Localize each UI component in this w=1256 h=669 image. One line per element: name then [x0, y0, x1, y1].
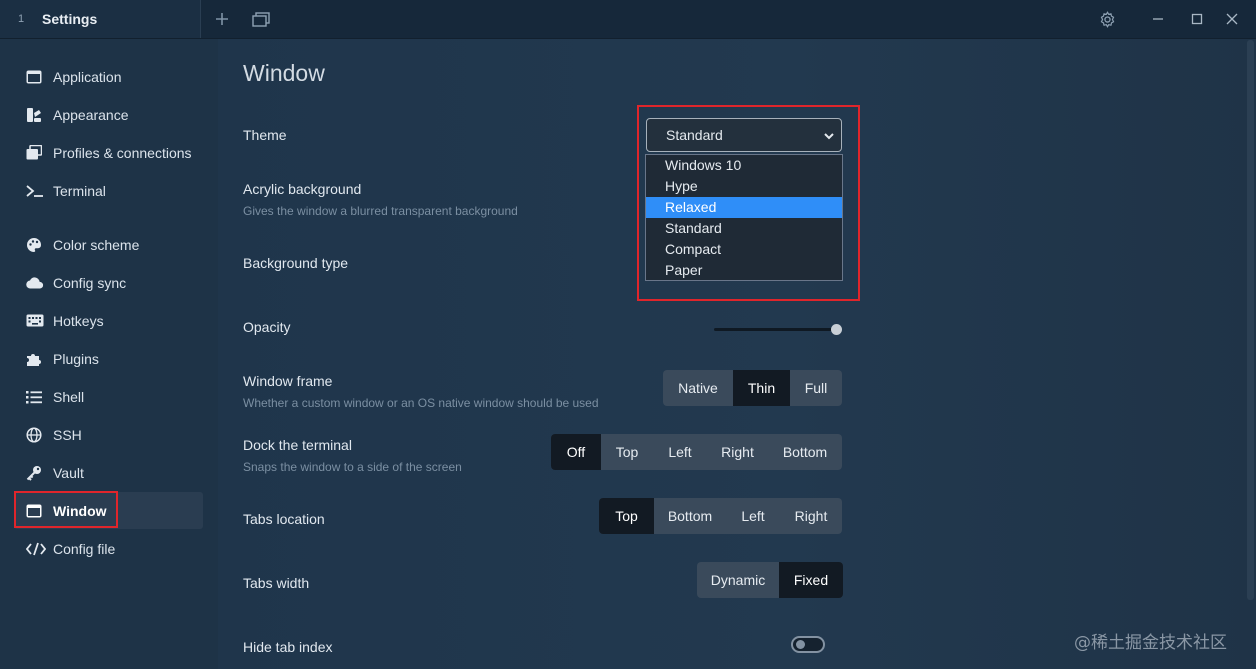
gear-icon[interactable]: [1095, 0, 1119, 38]
sidebar-item-label: Config sync: [53, 274, 127, 291]
sidebar-item-vault[interactable]: Vault: [14, 454, 203, 491]
page-title: Window: [243, 60, 325, 86]
minimize-icon[interactable]: [1146, 0, 1170, 38]
sidebar-item-label: Plugins: [53, 350, 99, 367]
acrylic-label: Acrylic background: [243, 181, 362, 197]
tabs-width-label: Tabs width: [243, 575, 310, 591]
tabs-location-bottom-button[interactable]: Bottom: [654, 498, 726, 534]
window-icon[interactable]: [249, 0, 273, 38]
scrollbar[interactable]: [1247, 40, 1254, 600]
acrylic-description: Gives the window a blurred transparent b…: [243, 204, 518, 218]
title-bar: 1 Settings: [0, 0, 1256, 39]
opacity-slider[interactable]: [714, 328, 838, 331]
tabs-width-dynamic-button[interactable]: Dynamic: [697, 562, 779, 598]
sidebar-item-ssh[interactable]: SSH: [14, 416, 203, 453]
tabs-location-right-button[interactable]: Right: [780, 498, 842, 534]
window-frame-thin-button[interactable]: Thin: [733, 370, 790, 406]
dock-left-button[interactable]: Left: [653, 434, 707, 470]
sidebar-item-label: Config file: [53, 540, 116, 557]
key-icon: [26, 465, 48, 481]
globe-icon: [26, 426, 48, 443]
background-type-label: Background type: [243, 255, 349, 271]
sidebar-item-profiles[interactable]: Profiles & connections: [14, 134, 203, 171]
dock-selector: Off Top Left Right Bottom: [551, 434, 842, 470]
window-frame-label: Window frame: [243, 373, 333, 389]
dock-right-button[interactable]: Right: [707, 434, 768, 470]
dock-off-button[interactable]: Off: [551, 434, 601, 470]
sidebar-item-label: SSH: [53, 426, 82, 443]
sidebar-item-application[interactable]: Application: [14, 58, 203, 95]
sidebar-item-config-sync[interactable]: Config sync: [14, 264, 203, 301]
palette-icon: [26, 237, 48, 253]
tabs-location-left-button[interactable]: Left: [726, 498, 780, 534]
sidebar-item-label: Color scheme: [53, 236, 140, 253]
highlight-box: [637, 105, 860, 301]
terminal-icon: [26, 184, 48, 198]
sidebar-item-color-scheme[interactable]: Color scheme: [14, 226, 203, 263]
maximize-icon[interactable]: [1185, 0, 1209, 38]
keyboard-icon: [26, 314, 48, 327]
sidebar-item-terminal[interactable]: Terminal: [14, 172, 203, 209]
highlight-box: [14, 491, 118, 528]
tab-settings[interactable]: 1 Settings: [0, 0, 201, 38]
dock-label: Dock the terminal: [243, 437, 352, 453]
sidebar-item-label: Vault: [53, 464, 84, 481]
opacity-label: Opacity: [243, 319, 291, 335]
hide-tab-index-label: Hide tab index: [243, 639, 333, 655]
window-frame-full-button[interactable]: Full: [790, 370, 842, 406]
list-icon: [26, 390, 48, 404]
dock-top-button[interactable]: Top: [601, 434, 653, 470]
plus-icon[interactable]: [210, 0, 234, 38]
window-icon: [26, 70, 48, 84]
sidebar-item-plugins[interactable]: Plugins: [14, 340, 203, 377]
toggle-knob: [796, 640, 805, 649]
tab-title: Settings: [42, 11, 98, 27]
window-frame-native-button[interactable]: Native: [663, 370, 733, 406]
sidebar-item-hotkeys[interactable]: Hotkeys: [14, 302, 203, 339]
code-icon: [26, 542, 48, 556]
close-icon[interactable]: [1220, 0, 1244, 38]
sidebar-item-label: Profiles & connections: [53, 144, 192, 161]
dock-bottom-button[interactable]: Bottom: [768, 434, 842, 470]
sidebar-item-shell[interactable]: Shell: [14, 378, 203, 415]
tabs-width-fixed-button[interactable]: Fixed: [779, 562, 843, 598]
window-frame-description: Whether a custom window or an OS native …: [243, 396, 599, 410]
tabs-location-selector: Top Bottom Left Right: [599, 498, 842, 534]
watermark: @稀土掘金技术社区: [1074, 633, 1227, 653]
tab-index: 1: [18, 13, 25, 25]
dock-description: Snaps the window to a side of the screen: [243, 460, 462, 474]
theme-label: Theme: [243, 127, 287, 143]
window-stack-icon: [26, 145, 48, 160]
tabs-location-top-button[interactable]: Top: [599, 498, 654, 534]
sidebar-item-label: Shell: [53, 388, 85, 405]
opacity-slider-handle[interactable]: [831, 324, 842, 335]
hide-tab-index-toggle[interactable]: [791, 636, 825, 653]
tabs-width-selector: Dynamic Fixed: [697, 562, 843, 598]
sidebar-item-config-file[interactable]: Config file: [14, 530, 203, 567]
sidebar-item-label: Hotkeys: [53, 312, 104, 329]
puzzle-icon: [26, 351, 48, 367]
cloud-icon: [26, 276, 48, 289]
sidebar-item-label: Appearance: [53, 106, 129, 123]
sidebar-item-label: Terminal: [53, 182, 106, 199]
window-frame-selector: Native Thin Full: [663, 370, 842, 406]
sidebar-item-label: Application: [53, 68, 122, 85]
sidebar-item-appearance[interactable]: Appearance: [14, 96, 203, 133]
tabs-location-label: Tabs location: [243, 511, 325, 527]
palette-icon: [26, 107, 48, 123]
